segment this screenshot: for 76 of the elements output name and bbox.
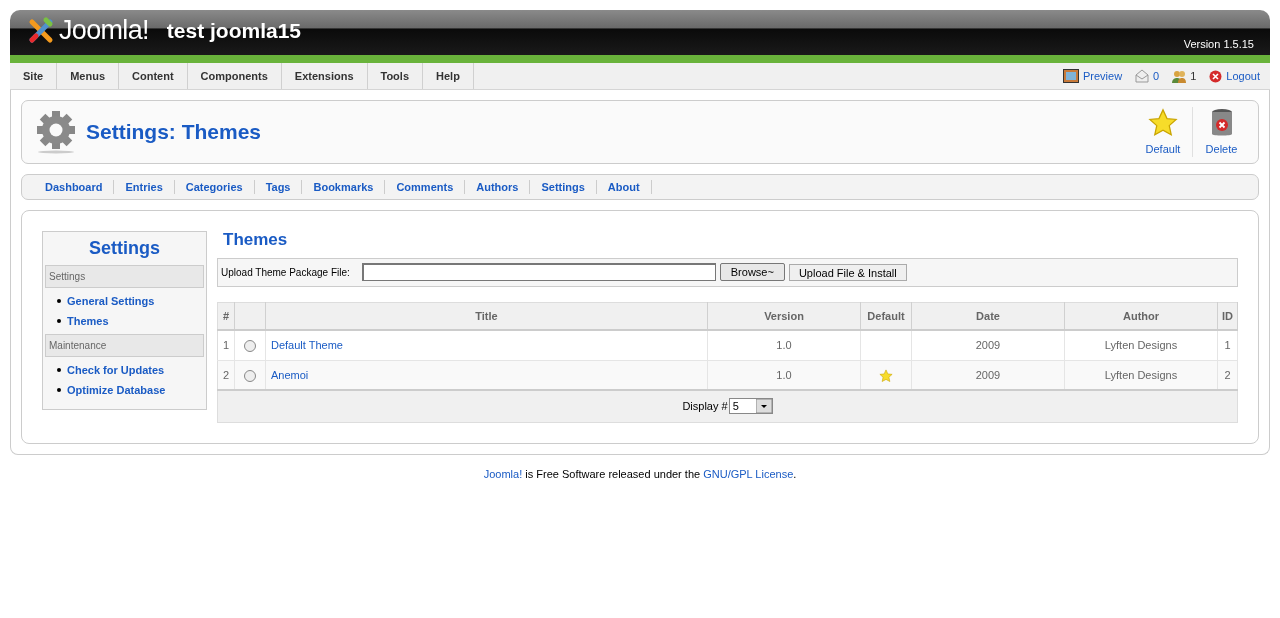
theme-link[interactable]: Default Theme — [271, 339, 343, 351]
column-header: Date — [911, 302, 1065, 330]
toolbar-button[interactable]: Default — [1134, 106, 1192, 158]
sidebar-link[interactable]: Check for Updates — [67, 361, 165, 379]
toolbar-button[interactable]: Delete — [1192, 106, 1250, 158]
submenu-tab[interactable]: Tags — [254, 180, 303, 194]
row-number: 1 — [222, 339, 230, 351]
menu-item[interactable]: Components — [187, 63, 282, 89]
star-icon — [1148, 107, 1178, 138]
submenu-tab[interactable]: Categories — [174, 180, 255, 194]
upload-label: Upload Theme Package File: — [221, 265, 350, 280]
upload-button[interactable]: Upload File & Install — [788, 263, 907, 281]
footer-text: Joomla! is Free Software released under the GNU/GPL License. — [482, 466, 798, 482]
row-number: 2 — [222, 368, 230, 381]
bullet-icon — [57, 319, 61, 323]
version-text: Version 1.5.15 — [1183, 37, 1254, 52]
menu-item[interactable]: Help — [423, 63, 474, 89]
submenu-tab[interactable]: About — [596, 180, 652, 194]
sidebar-link[interactable]: Themes — [67, 312, 109, 330]
column-header: # — [217, 302, 235, 330]
envelope-icon — [1135, 69, 1150, 83]
date-cell: 2009 — [975, 339, 1001, 351]
site-name: test joomla15 — [166, 18, 302, 44]
bullet-icon — [57, 299, 61, 303]
version-cell: 1.0 — [776, 368, 792, 381]
column-header: ID — [1217, 302, 1238, 330]
id-cell: 2 — [1224, 368, 1231, 381]
submenu-tab[interactable]: Entries — [114, 180, 175, 194]
column-header: Title — [265, 302, 708, 330]
theme-link[interactable]: Anemoi — [271, 368, 309, 381]
submenu-tab[interactable]: Comments — [385, 180, 466, 194]
author-cell: Lyften Designs — [1104, 368, 1178, 381]
picture-icon — [1062, 69, 1079, 83]
sidebar-heading: Settings — [45, 265, 204, 288]
author-cell: Lyften Designs — [1104, 339, 1178, 351]
caret-icon — [755, 399, 772, 414]
column-header: Author — [1064, 302, 1218, 330]
submenu-tab[interactable]: Dashboard — [34, 180, 115, 194]
count-text: 1 — [1190, 68, 1197, 84]
file-path-field[interactable] — [361, 263, 716, 281]
status-link[interactable]: Preview — [1082, 67, 1123, 85]
page-title: Settings: Themes — [86, 119, 262, 146]
status-link[interactable]: Logout — [1226, 67, 1260, 85]
submenu-tab[interactable]: Authors — [465, 180, 531, 194]
count-text: 0 — [1153, 68, 1160, 84]
bullet-icon — [57, 368, 61, 372]
submenu-tab[interactable]: Bookmarks — [302, 180, 386, 194]
bullet-icon — [57, 388, 61, 392]
logo-text: Joomla! — [59, 17, 149, 45]
version-cell: 1.0 — [776, 339, 792, 351]
sidebar-heading: Maintenance — [45, 334, 204, 357]
menu-item[interactable]: Content — [119, 63, 188, 89]
sidebar-link[interactable]: General Settings — [67, 292, 155, 310]
browse-button[interactable]: Browse~ — [719, 263, 785, 281]
menu-item[interactable]: Extensions — [281, 63, 368, 89]
sidebar-title: Settings — [88, 237, 161, 260]
date-cell: 2009 — [975, 368, 1001, 381]
close-icon — [1209, 69, 1223, 83]
id-cell: 1 — [1224, 339, 1231, 351]
menu-item[interactable]: Tools — [367, 63, 423, 89]
column-header: Default — [860, 302, 912, 330]
section-title: Themes — [222, 229, 289, 251]
menu-item[interactable]: Site — [10, 63, 58, 89]
display-select[interactable]: 5 — [728, 398, 773, 415]
display-label: Display # — [682, 399, 728, 414]
radio-button[interactable] — [244, 340, 256, 353]
users-icon — [1172, 69, 1187, 83]
joomla-link[interactable]: Joomla! — [483, 467, 523, 480]
radio-button[interactable] — [244, 369, 256, 382]
column-header: Version — [707, 302, 861, 330]
menu-item[interactable]: Menus — [57, 63, 120, 89]
trash-can-icon — [1209, 107, 1234, 138]
submenu-tab[interactable]: Settings — [530, 180, 597, 194]
default-star-icon — [879, 368, 893, 383]
gear-icon — [34, 110, 78, 154]
sidebar-link[interactable]: Optimize Database — [67, 381, 166, 399]
